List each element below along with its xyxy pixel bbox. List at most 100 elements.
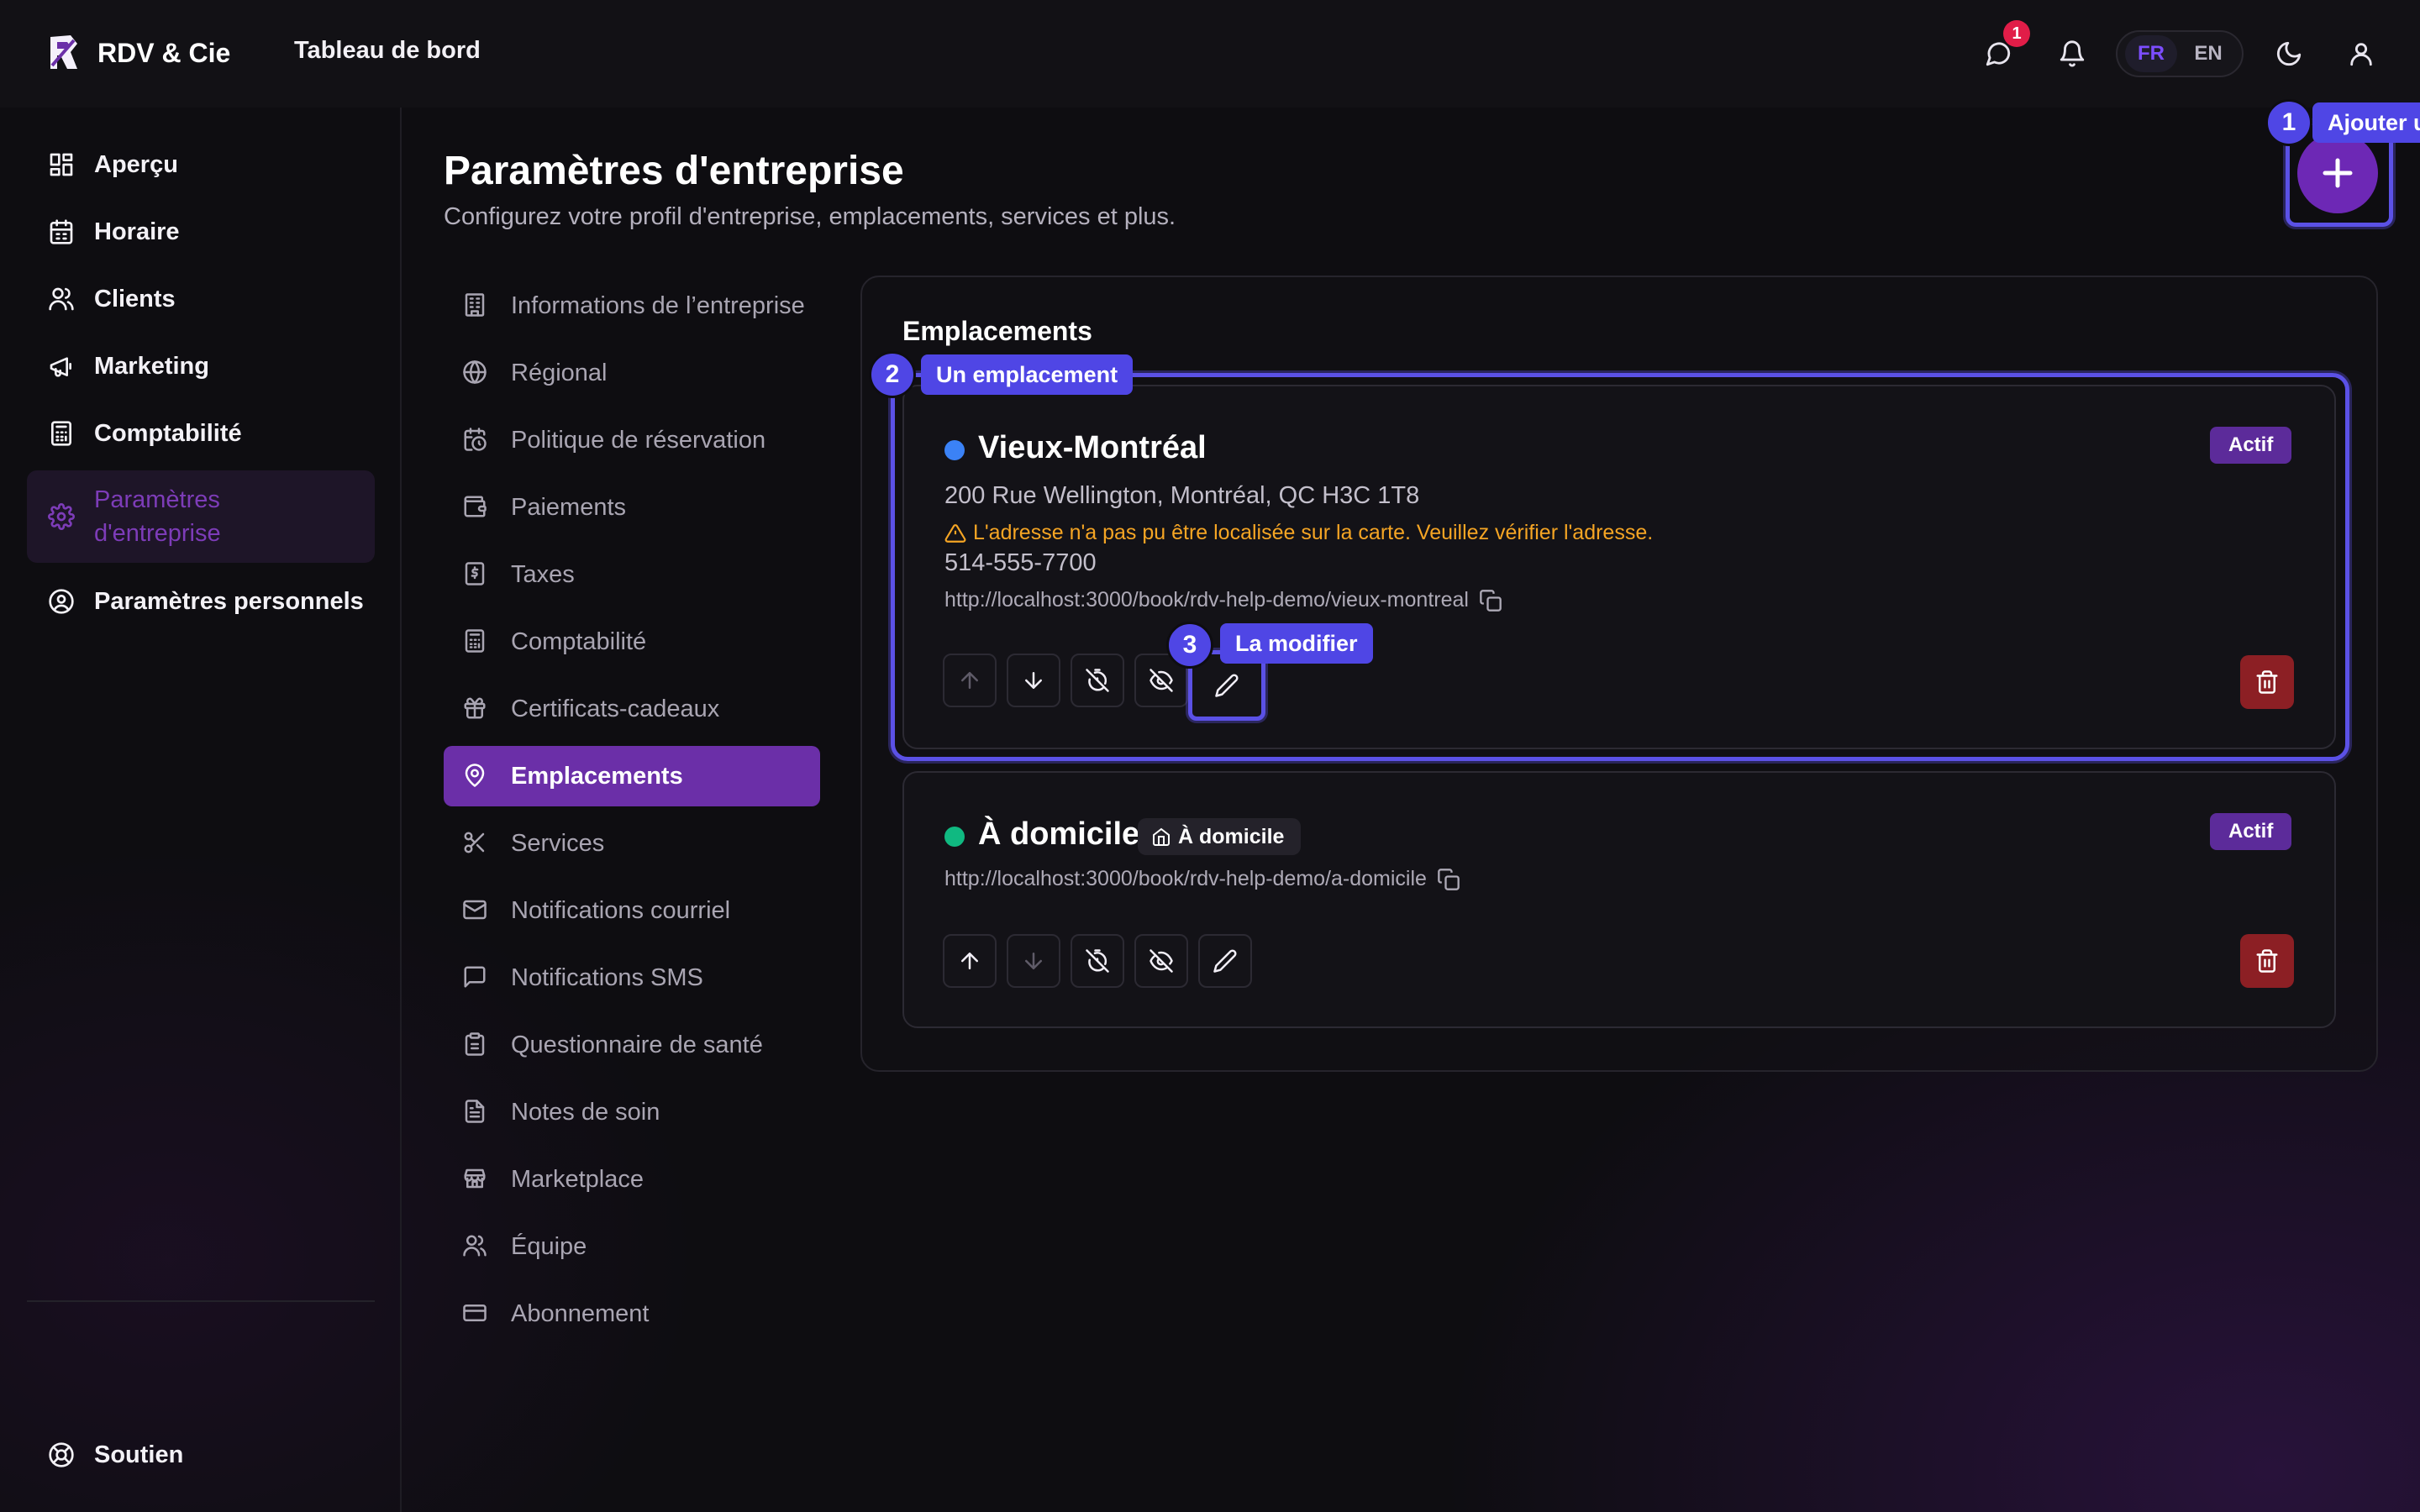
notification-badge: 1 [2003, 20, 2030, 47]
location-url-text[interactable]: http://localhost:3000/book/rdv-help-demo… [944, 588, 1469, 612]
warning-icon [944, 523, 966, 543]
gift-icon [462, 696, 489, 722]
settings-nav-regional[interactable]: Régional [444, 343, 820, 403]
copy-icon[interactable] [1437, 868, 1460, 891]
location-name: Vieux-Montréal [978, 430, 1207, 465]
settings-nav-emplacements[interactable]: Emplacements [444, 746, 820, 806]
timer-off-icon [1086, 949, 1109, 973]
sidebar-item-soutien[interactable]: Soutien [27, 1421, 375, 1488]
settings-nav-marketplace[interactable]: Marketplace [444, 1149, 820, 1210]
sidebar-item-horaire[interactable]: Horaire [27, 198, 375, 265]
settings-nav-label: Emplacements [511, 762, 683, 790]
globe-icon [462, 360, 489, 386]
lang-fr[interactable]: FR [2125, 35, 2177, 72]
calendar-icon [47, 218, 76, 246]
lifebuoy-icon [47, 1441, 76, 1469]
disable-booking-button[interactable] [1071, 934, 1124, 988]
move-down-button[interactable] [1007, 934, 1060, 988]
building-icon [462, 292, 489, 319]
profile-button[interactable] [2341, 34, 2381, 74]
location-address: 200 Rue Wellington, Montréal, QC H3C 1T8 [944, 482, 1420, 509]
language-toggle: FR EN [2116, 30, 2244, 77]
settings-nav-certificats[interactable]: Certificats-cadeaux [444, 679, 820, 739]
calculator-icon [462, 628, 489, 655]
edit-button[interactable] [1198, 934, 1252, 988]
trash-icon [2256, 949, 2278, 973]
receipt-dollar-icon [462, 561, 489, 588]
tour-step-3-label: La modifier [1220, 623, 1373, 664]
sidebar-item-label: Comptabilité [94, 419, 242, 447]
arrow-down-icon [1025, 953, 1042, 969]
delete-button[interactable] [2240, 655, 2294, 709]
sidebar-item-apercu[interactable]: Aperçu [27, 131, 375, 198]
home-icon [1153, 827, 1170, 846]
users-icon [462, 1233, 489, 1260]
settings-nav-informations[interactable]: Informations de l’entreprise [444, 276, 820, 336]
tour-step-3-marker[interactable]: 3 [1166, 622, 1213, 669]
eye-off-icon [1150, 949, 1173, 973]
sidebar-item-comptabilite[interactable]: Comptabilité [27, 400, 375, 467]
add-location-button[interactable] [2297, 133, 2378, 213]
settings-nav-paiements[interactable]: Paiements [444, 477, 820, 538]
file-text-icon [462, 1099, 489, 1126]
settings-nav-label: Notifications SMS [511, 963, 703, 991]
tour-step-2-marker[interactable]: 2 [869, 351, 916, 398]
settings-nav-notes-soin[interactable]: Notes de soin [444, 1082, 820, 1142]
sidebar-item-label: Marketing [94, 352, 209, 380]
location-warning: L'adresse n'a pas pu être localisée sur … [944, 521, 1653, 545]
brand-name: RDV & Cie [97, 37, 231, 68]
sidebar-item-clients[interactable]: Clients [27, 265, 375, 333]
move-up-button[interactable] [943, 654, 997, 707]
settings-nav-label: Taxes [511, 560, 575, 588]
moon-icon [2276, 41, 2302, 66]
settings-nav-label: Notes de soin [511, 1098, 660, 1126]
delete-button[interactable] [2240, 934, 2294, 988]
app-root: RDV & Cie Tableau de bord 1 FR EN Aperçu… [0, 0, 2420, 1512]
sidebar-item-label: Paramètres d'entreprise [94, 486, 221, 547]
settings-nav-abonnement[interactable]: Abonnement [444, 1284, 820, 1344]
notifications-button[interactable] [2052, 34, 2092, 74]
copy-icon[interactable] [1479, 589, 1502, 612]
settings-nav-services[interactable]: Services [444, 813, 820, 874]
sidebar-item-parametres-entreprise[interactable]: Paramètres d'entreprise [27, 470, 375, 563]
sidebar-item-marketing[interactable]: Marketing [27, 333, 375, 400]
settings-nav-questionnaire[interactable]: Questionnaire de santé [444, 1015, 820, 1075]
move-up-button[interactable] [943, 934, 997, 988]
message-square-icon [462, 964, 489, 991]
settings-nav-notif-courriel[interactable]: Notifications courriel [444, 880, 820, 941]
mail-icon [462, 897, 489, 924]
tour-step-2-label: Un emplacement [921, 354, 1134, 395]
disable-booking-button[interactable] [1071, 654, 1124, 707]
timer-off-icon [1086, 669, 1109, 692]
sidebar-divider [27, 1300, 375, 1302]
top-header: RDV & Cie Tableau de bord 1 FR EN [0, 0, 2420, 108]
settings-nav-taxes[interactable]: Taxes [444, 544, 820, 605]
location-url: http://localhost:3000/book/rdv-help-demo… [944, 867, 1460, 891]
location-url-text[interactable]: http://localhost:3000/book/rdv-help-demo… [944, 867, 1427, 891]
panel-title: Emplacements [902, 316, 1092, 346]
tour-step-1-marker[interactable]: 1 [2265, 99, 2312, 146]
settings-nav-politique[interactable]: Politique de réservation [444, 410, 820, 470]
theme-toggle-button[interactable] [2269, 34, 2309, 74]
settings-nav-equipe[interactable]: Équipe [444, 1216, 820, 1277]
arrow-up-icon [961, 953, 978, 969]
settings-nav-label: Marketplace [511, 1165, 644, 1193]
location-status-dot [944, 440, 965, 460]
pencil-icon [1215, 674, 1239, 697]
megaphone-icon [47, 352, 76, 381]
settings-nav-comptabilite[interactable]: Comptabilité [444, 612, 820, 672]
calculator-icon [47, 419, 76, 448]
location-card-a-domicile [902, 771, 2336, 1028]
tour-step-1-label: Ajouter u [2312, 102, 2420, 143]
sidebar-item-parametres-personnels[interactable]: Paramètres personnels [27, 568, 375, 635]
hide-button[interactable] [1134, 934, 1188, 988]
settings-nav-notif-sms[interactable]: Notifications SMS [444, 948, 820, 1008]
brand[interactable]: RDV & Cie [45, 32, 230, 74]
lang-en[interactable]: EN [2182, 35, 2234, 72]
clipboard-icon [462, 1032, 489, 1058]
sidebar-item-label: Clients [94, 285, 176, 312]
settings-nav-label: Comptabilité [511, 627, 647, 655]
settings-nav-label: Paiements [511, 493, 627, 521]
location-type-label: À domicile [1178, 824, 1285, 848]
move-down-button[interactable] [1007, 654, 1060, 707]
